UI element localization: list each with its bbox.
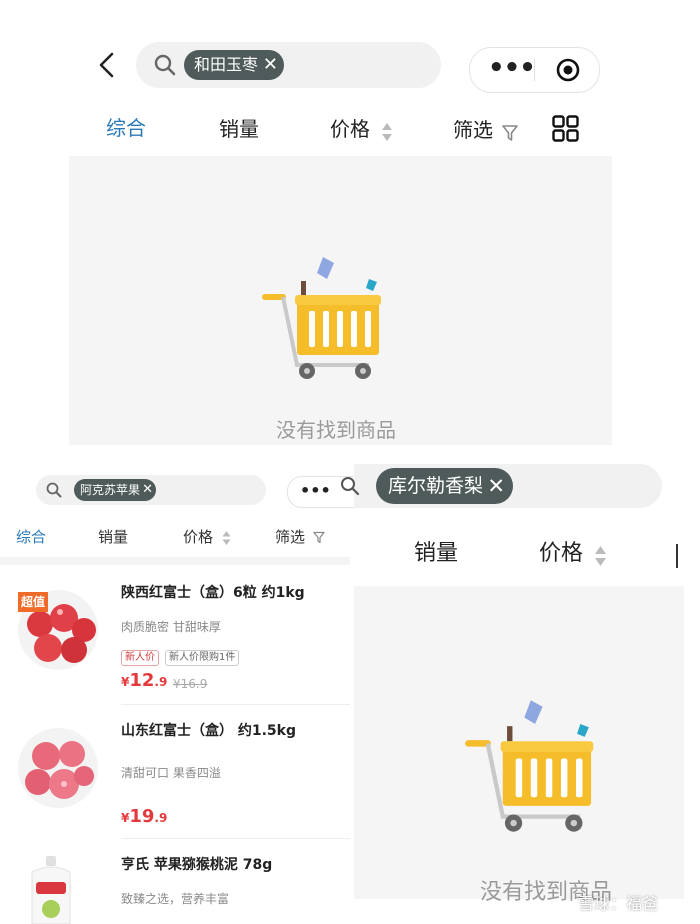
miniprogram-capsule: ••• [469,47,600,93]
search-keyword-chip[interactable]: 和田玉枣 ✕ [184,50,285,80]
tag-new-user-limit: 新人价限购1件 [165,650,240,666]
empty-cart-icon [465,700,594,832]
sort-arrows-icon [222,530,231,545]
price-integer: 19 [129,806,155,827]
clear-keyword-icon[interactable]: ✕ [263,50,278,80]
price-decimal: .9 [154,811,168,825]
empty-result-panel: 没有找到商品 [354,586,684,905]
search-keyword-text: 库尔勒香梨 [388,475,484,497]
tab-comprehensive[interactable]: 综合 [16,527,46,547]
empty-result-panel: 没有找到商品 [69,156,612,445]
tag-new-user-price: 新人价 [121,650,159,666]
more-dots-icon[interactable]: ••• [300,477,331,505]
empty-message: 没有找到商品 [276,418,396,442]
search-keyword-chip[interactable]: 阿克苏苹果 ✕ [74,479,157,501]
product-price: ¥19.9 [121,806,167,827]
tab-price[interactable]: 价格 [330,117,393,143]
product-desc: 肉质脆密 甘甜味厚 [121,620,221,634]
product-name: 亨氏 苹果猕猴桃泥 78g [121,857,273,873]
product-card[interactable]: 山东红富士（盒） 约1.5kg 清甜可口 果香四溢 ¥19.9 [0,706,350,846]
tab-price-label: 价格 [539,541,584,566]
search-icon [341,477,360,496]
tab-filter-partial[interactable] [676,544,686,568]
back-arrow-icon[interactable] [92,50,122,80]
search-bar-apple[interactable]: 阿克苏苹果 ✕ [36,475,266,505]
tab-filter[interactable]: 筛选 [275,527,325,547]
tab-sales[interactable]: 销量 [219,117,259,141]
product-image-apple-box [18,728,98,808]
close-miniprogram-icon[interactable] [556,58,580,82]
search-keyword-text: 和田玉枣 [194,55,259,74]
tab-price[interactable]: 价格 [183,527,231,547]
row-divider [121,838,350,839]
search-bar-pear[interactable]: 库尔勒香梨 ✕ [354,464,662,508]
product-name: 山东红富士（盒） 约1.5kg [121,723,297,739]
search-icon [154,54,176,76]
sort-arrows-icon [595,545,607,566]
tab-price-label: 价格 [183,528,214,546]
tab-price-label: 价格 [330,117,370,141]
filter-funnel-icon [502,124,518,141]
search-icon [46,482,62,498]
product-desc: 致臻之选，营养丰富 [121,892,230,906]
product-image-fruit-puree-pouch [31,856,71,924]
tab-filter-label: 筛选 [275,528,306,546]
row-divider [121,704,350,705]
search-keyword-chip[interactable]: 库尔勒香梨 ✕ [376,468,514,504]
tab-filter[interactable]: 筛选 [453,118,518,142]
deal-badge: 超值 [18,592,48,612]
capsule-divider [534,59,535,81]
tab-comprehensive[interactable]: 综合 [106,116,146,140]
tab-sales[interactable]: 销量 [414,542,458,566]
watermark: 雪球：福爸 [578,894,659,913]
product-card[interactable]: 超值 陕西红富士（盒）6粒 约1kg 肉质脆密 甘甜味厚 新人价 新人价限购1件… [0,570,350,710]
tab-filter-label: 筛选 [453,118,493,142]
original-price: ¥16.9 [173,677,208,691]
empty-cart-icon [262,257,381,379]
sort-arrows-icon [382,122,393,141]
product-price: ¥12.9 [121,670,167,691]
tabs-divider [0,557,350,565]
tab-price[interactable]: 价格 [539,542,607,568]
product-desc: 清甜可口 果香四溢 [121,766,221,780]
tab-sales[interactable]: 销量 [98,527,128,547]
filter-funnel-icon [313,531,325,544]
price-decimal: .9 [154,675,168,689]
product-card[interactable]: 亨氏 苹果猕猴桃泥 78g 致臻之选，营养丰富 [0,842,350,924]
price-integer: 12 [129,670,155,691]
search-keyword-text: 阿克苏苹果 [80,483,141,497]
product-name: 陕西红富士（盒）6粒 约1kg [121,585,305,601]
search-bar[interactable]: 和田玉枣 ✕ [136,42,441,88]
more-dots-icon[interactable]: ••• [488,48,536,92]
clear-keyword-icon[interactable]: ✕ [487,468,505,504]
grid-view-icon[interactable] [552,115,579,142]
clear-keyword-icon[interactable]: ✕ [142,479,153,501]
